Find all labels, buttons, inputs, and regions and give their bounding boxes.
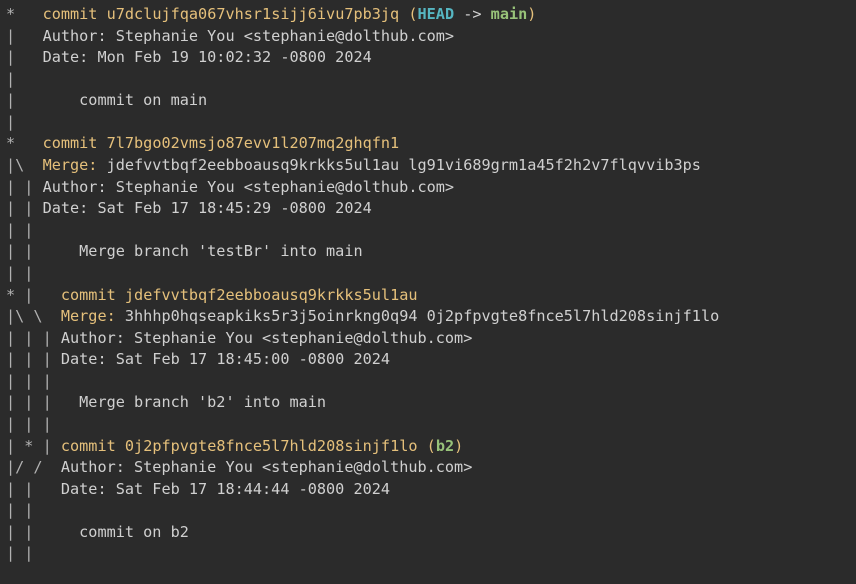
commit-body-line: | | | Author: Stephanie You <stephanie@d…: [6, 328, 850, 350]
commit-body-line: | | |: [6, 371, 850, 393]
graph-segment: | * |: [6, 437, 61, 455]
commit-head-line: * commit 7l7bgo02vmsjo87evv1l207mq2ghqfn…: [6, 133, 850, 155]
commit-body-line: | | commit on b2: [6, 522, 850, 544]
commit-body-line: | | | Date: Sat Feb 17 18:45:00 -0800 20…: [6, 349, 850, 371]
graph-segment: |/ /: [6, 458, 61, 476]
graph-segment: | | |: [6, 372, 61, 390]
commit-body-line: | | |: [6, 414, 850, 436]
commit-hash: 7l7bgo02vmsjo87evv1l207mq2ghqfn1: [107, 134, 400, 152]
line-text: Merge branch 'b2' into main: [79, 393, 326, 411]
commit-body-line: |\ \ Merge: 3hhhp0hqseapkiks5r3j5oinrkng…: [6, 306, 850, 328]
graph-segment: |: [6, 70, 43, 88]
graph-segment: |: [6, 27, 43, 45]
commit-body-line: | | | Merge branch 'b2' into main: [6, 392, 850, 414]
commit-body-line: |: [6, 112, 850, 134]
ref-branch: b2: [436, 437, 454, 455]
graph-segment: |\: [6, 156, 43, 174]
graph-segment: | |: [6, 178, 43, 196]
line-text: commit on main: [79, 91, 207, 109]
ref-branch: main: [491, 5, 528, 23]
commit-head-line: * commit u7dclujfqa067vhsr1sijj6ivu7pb3j…: [6, 4, 850, 26]
graph-segment: *: [6, 5, 43, 23]
commit-head-line: * | commit jdefvvtbqf2eebboausq9krkks5ul…: [6, 285, 850, 307]
commit-body-line: | | Date: Sat Feb 17 18:45:29 -0800 2024: [6, 198, 850, 220]
commit-body-line: | | Merge branch 'testBr' into main: [6, 241, 850, 263]
commit-body-line: | Author: Stephanie You <stephanie@dolth…: [6, 26, 850, 48]
graph-segment: | |: [6, 501, 61, 519]
graph-segment: | |: [6, 544, 61, 562]
line-text: Author: Stephanie You <stephanie@dolthub…: [61, 329, 472, 347]
graph-segment: |\ \: [6, 307, 61, 325]
graph-segment: | |: [6, 480, 61, 498]
commit-body-line: | |: [6, 500, 850, 522]
commit-body-line: | |: [6, 543, 850, 565]
commit-body-line: |\ Merge: jdefvvtbqf2eebboausq9krkks5ul1…: [6, 155, 850, 177]
commit-body-line: | |: [6, 220, 850, 242]
commit-body-line: | commit on main: [6, 90, 850, 112]
commit-keyword: commit: [61, 286, 116, 304]
line-text: Date: Sat Feb 17 18:44:44 -0800 2024: [61, 480, 390, 498]
commit-body-line: |/ / Author: Stephanie You <stephanie@do…: [6, 457, 850, 479]
ref-head: HEAD: [418, 5, 455, 23]
graph-segment: | |: [6, 199, 43, 217]
commit-keyword: commit: [43, 5, 98, 23]
line-text: 3hhhp0hqseapkiks5r3j5oinrkng0q94 0j2pfpv…: [125, 307, 719, 325]
graph-segment: | | |: [6, 329, 61, 347]
graph-segment: |: [6, 91, 79, 109]
commit-hash: u7dclujfqa067vhsr1sijj6ivu7pb3jq: [107, 5, 400, 23]
graph-segment: | |: [6, 221, 43, 239]
commit-head-line: | * | commit 0j2pfpvgte8fnce5l7hld208sin…: [6, 436, 850, 458]
graph-segment: * |: [6, 286, 61, 304]
commit-body-line: | | Author: Stephanie You <stephanie@dol…: [6, 177, 850, 199]
graph-segment: | |: [6, 523, 79, 541]
line-text: commit on b2: [79, 523, 189, 541]
line-text: Date: Sat Feb 17 18:45:29 -0800 2024: [43, 199, 372, 217]
merge-keyword: Merge:: [43, 156, 107, 174]
line-text: Merge branch 'testBr' into main: [79, 242, 362, 260]
commit-hash: 0j2pfpvgte8fnce5l7hld208sinjf1lo: [125, 437, 418, 455]
graph-segment: | |: [6, 242, 79, 260]
line-text: Author: Stephanie You <stephanie@dolthub…: [61, 458, 472, 476]
graph-segment: | | |: [6, 393, 79, 411]
graph-segment: *: [6, 134, 43, 152]
merge-keyword: Merge:: [61, 307, 125, 325]
terminal-output: * commit u7dclujfqa067vhsr1sijj6ivu7pb3j…: [0, 0, 856, 569]
line-text: Date: Mon Feb 19 10:02:32 -0800 2024: [43, 48, 372, 66]
commit-hash: jdefvvtbqf2eebboausq9krkks5ul1au: [125, 286, 418, 304]
graph-segment: | | |: [6, 415, 61, 433]
commit-body-line: |: [6, 69, 850, 91]
commit-keyword: commit: [43, 134, 98, 152]
commit-body-line: | |: [6, 263, 850, 285]
graph-segment: | |: [6, 264, 61, 282]
commit-body-line: | Date: Mon Feb 19 10:02:32 -0800 2024: [6, 47, 850, 69]
graph-segment: | | |: [6, 350, 61, 368]
graph-segment: |: [6, 48, 43, 66]
commit-keyword: commit: [61, 437, 116, 455]
commit-body-line: | | Date: Sat Feb 17 18:44:44 -0800 2024: [6, 479, 850, 501]
line-text: Author: Stephanie You <stephanie@dolthub…: [43, 27, 454, 45]
line-text: jdefvvtbqf2eebboausq9krkks5ul1au lg91vi6…: [107, 156, 701, 174]
line-text: Date: Sat Feb 17 18:45:00 -0800 2024: [61, 350, 390, 368]
graph-segment: |: [6, 113, 43, 131]
line-text: Author: Stephanie You <stephanie@dolthub…: [43, 178, 454, 196]
